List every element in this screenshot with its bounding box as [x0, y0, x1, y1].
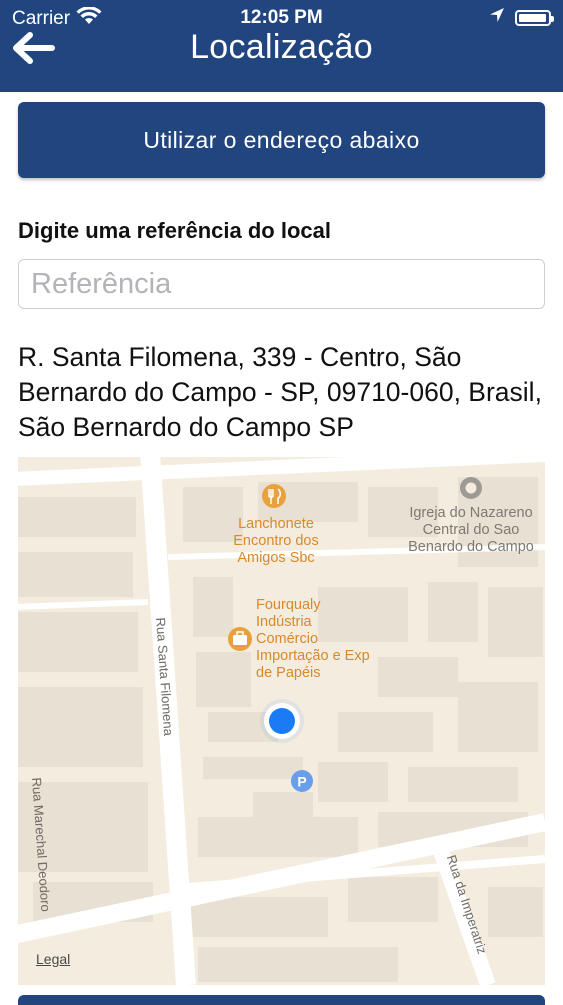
- map-legal-link[interactable]: Legal: [36, 951, 70, 967]
- church-icon[interactable]: [460, 477, 482, 499]
- bottom-button-edge[interactable]: [18, 995, 545, 1005]
- reference-label: Digite uma referência do local: [18, 218, 331, 243]
- reference-input[interactable]: [18, 259, 545, 309]
- use-address-button[interactable]: Utilizar o endereço abaixo: [18, 102, 545, 178]
- nav-header: Carrier 12:05 PM Localização: [0, 0, 563, 92]
- restaurant-icon[interactable]: [262, 484, 286, 508]
- poi-lanchonete-label[interactable]: Lanchonete Encontro dos Amigos Sbc: [216, 516, 336, 567]
- svg-text:P: P: [297, 774, 306, 790]
- address-text: R. Santa Filomena, 339 - Centro, São Ber…: [18, 342, 542, 442]
- status-time: 12:05 PM: [240, 7, 323, 28]
- battery-icon: [515, 10, 554, 26]
- location-arrow-icon: [489, 7, 505, 29]
- parking-icon[interactable]: P: [291, 770, 313, 792]
- page-title: Localização: [190, 28, 373, 66]
- map-view[interactable]: P Lanchonete Encontro dos Amigos Sbc Fou…: [18, 457, 545, 985]
- poi-igreja-label[interactable]: Igreja do Nazareno Central do Sao Benard…: [396, 505, 545, 556]
- poi-fourqualy-label[interactable]: Fourqualy Indústria Comércio Importação …: [256, 597, 374, 682]
- briefcase-icon[interactable]: [228, 627, 252, 651]
- user-location-icon: [260, 699, 304, 743]
